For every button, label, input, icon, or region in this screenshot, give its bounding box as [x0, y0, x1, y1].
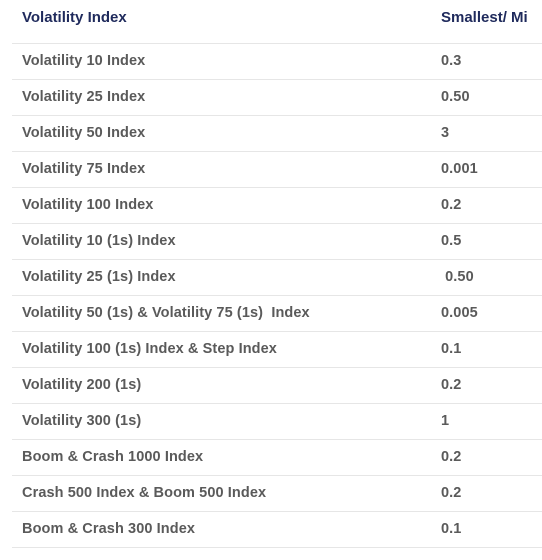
index-value-cell: 0.1: [431, 511, 542, 548]
column-header-index: Volatility Index: [12, 0, 431, 44]
table-row: Boom & Crash 1000 Index 0.2: [12, 439, 542, 476]
index-value-cell: 0.50: [431, 79, 542, 116]
table-row: Volatility 10 (1s) Index 0.5: [12, 223, 542, 260]
index-value-cell: 0.50: [431, 259, 542, 296]
column-header-smallest: Smallest/ Mi: [431, 0, 542, 44]
volatility-table-container: Volatility Index Smallest/ Mi Volatility…: [0, 0, 542, 560]
table-row: Volatility 200 (1s) 0.2: [12, 367, 542, 404]
table-header-row: Volatility Index Smallest/ Mi: [12, 0, 542, 44]
index-value-cell: 0.5: [431, 223, 542, 260]
table-row: Volatility 100 (1s) Index & Step Index 0…: [12, 331, 542, 368]
index-value-cell: 0.1: [431, 331, 542, 368]
table-row: Volatility 50 Index 3: [12, 115, 542, 152]
table-row: Boom & Crash 300 Index 0.1: [12, 511, 542, 548]
table-row: Volatility 300 (1s) 1: [12, 403, 542, 440]
index-value-cell: 0.3: [431, 43, 542, 80]
index-value-cell: 0.005: [431, 295, 542, 332]
index-name-cell: Volatility 10 (1s) Index: [12, 223, 431, 260]
index-value-cell: 0.2: [431, 187, 542, 224]
index-name-cell: Volatility 25 (1s) Index: [12, 259, 431, 296]
index-value-cell: 0.2: [431, 367, 542, 404]
index-value-cell: 0.2: [431, 475, 542, 512]
index-name-cell: Volatility 50 (1s) & Volatility 75 (1s) …: [12, 295, 431, 332]
index-name-cell: Volatility 75 Index: [12, 151, 431, 188]
index-name-cell: Boom & Crash 1000 Index: [12, 439, 431, 476]
table-row: Volatility 75 Index 0.001: [12, 151, 542, 188]
index-name-cell: Boom & Crash 300 Index: [12, 511, 431, 548]
index-value-cell: 0.001: [431, 151, 542, 188]
index-name-cell: Volatility 50 Index: [12, 115, 431, 152]
table-row: Volatility 100 Index 0.2: [12, 187, 542, 224]
index-value-cell: 0.2: [431, 439, 542, 476]
volatility-table: Volatility Index Smallest/ Mi Volatility…: [12, 0, 542, 548]
table-row: Volatility 25 (1s) Index 0.50: [12, 259, 542, 296]
index-name-cell: Volatility 200 (1s): [12, 367, 431, 404]
table-row: Volatility 50 (1s) & Volatility 75 (1s) …: [12, 295, 542, 332]
table-row: Volatility 25 Index 0.50: [12, 79, 542, 116]
table-row: Volatility 10 Index 0.3: [12, 43, 542, 80]
index-name-cell: Volatility 25 Index: [12, 79, 431, 116]
index-name-cell: Volatility 100 (1s) Index & Step Index: [12, 331, 431, 368]
table-row: Crash 500 Index & Boom 500 Index 0.2: [12, 475, 542, 512]
index-value-cell: 1: [431, 403, 542, 440]
index-name-cell: Crash 500 Index & Boom 500 Index: [12, 475, 431, 512]
index-name-cell: Volatility 100 Index: [12, 187, 431, 224]
index-name-cell: Volatility 10 Index: [12, 43, 431, 80]
index-value-cell: 3: [431, 115, 542, 152]
index-name-cell: Volatility 300 (1s): [12, 403, 431, 440]
